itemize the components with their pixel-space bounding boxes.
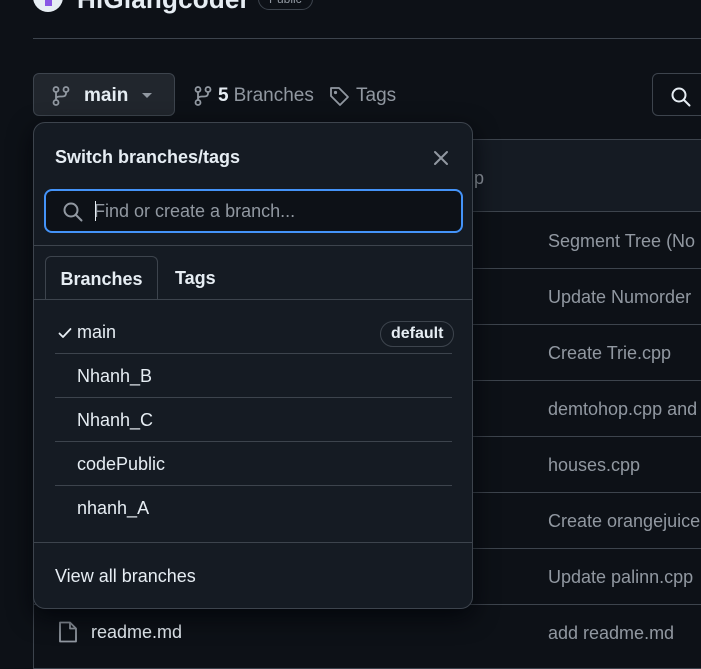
view-all-branches-link[interactable]: View all branches xyxy=(55,566,196,587)
search-icon xyxy=(63,202,83,222)
branch-filter-input[interactable] xyxy=(94,191,454,231)
file-icon xyxy=(59,621,77,643)
branch-name: nhanh_A xyxy=(77,498,150,518)
commit-message-link[interactable]: add readme.md xyxy=(548,623,674,644)
search-icon xyxy=(671,87,691,107)
branches-label: Branches xyxy=(233,85,314,106)
go-to-file-search-button[interactable] xyxy=(652,73,701,116)
branch-item-main[interactable]: main default xyxy=(55,312,455,356)
tabs-underline xyxy=(34,299,472,300)
file-link[interactable]: readme.md xyxy=(91,622,182,643)
visibility-badge: Public xyxy=(258,0,313,10)
commit-message-link[interactable]: Update palinn.cpp xyxy=(548,567,693,588)
section-divider xyxy=(34,245,472,246)
commit-message-link[interactable]: Update Numorder xyxy=(548,287,691,308)
branch-name: Nhanh_C xyxy=(77,410,154,430)
dropdown-title: Switch branches/tags xyxy=(55,147,241,167)
commit-message-link[interactable]: Create Trie.cpp xyxy=(548,343,671,364)
chevron-down-icon xyxy=(142,93,152,98)
default-badge: default xyxy=(380,321,455,347)
header-divider xyxy=(33,38,701,39)
branch-item[interactable]: nhanh_A xyxy=(55,488,452,532)
header-text-fragment: p xyxy=(474,168,485,188)
branches-link[interactable]: 5 Branches xyxy=(194,83,314,109)
text-cursor xyxy=(95,201,96,221)
owner-avatar[interactable] xyxy=(33,0,63,12)
repo-name[interactable]: HiGiangcoder xyxy=(77,0,250,15)
tags-label: Tags xyxy=(356,85,397,106)
commit-message-link[interactable]: houses.cpp xyxy=(548,455,640,476)
branch-count: 5 xyxy=(218,85,229,106)
branch-item[interactable]: Nhanh_C xyxy=(55,400,452,444)
commit-message-link[interactable]: Segment Tree (No xyxy=(548,231,695,252)
tab-tags[interactable]: Tags xyxy=(175,256,216,299)
current-branch-label: main xyxy=(84,85,129,106)
tags-link[interactable]: Tags xyxy=(329,83,396,109)
commit-message-link[interactable]: demtohop.cpp and xyxy=(548,399,697,420)
branch-name: codePublic xyxy=(77,454,166,474)
branch-switcher-dropdown: Switch branches/tags Branches Tags main … xyxy=(33,122,473,609)
item-divider xyxy=(55,485,452,486)
git-branch-icon xyxy=(52,86,70,106)
commit-message-link[interactable]: Create orangejuice xyxy=(548,511,700,532)
tag-icon xyxy=(330,86,349,106)
item-divider xyxy=(55,397,452,398)
tab-branches[interactable]: Branches xyxy=(45,256,158,300)
branch-name: main xyxy=(77,322,117,342)
item-divider xyxy=(55,353,452,354)
git-branch-icon xyxy=(194,86,212,106)
footer-divider xyxy=(34,542,472,543)
item-divider xyxy=(55,441,452,442)
branch-filter-field[interactable] xyxy=(44,189,463,233)
branch-item[interactable]: Nhanh_B xyxy=(55,356,452,400)
branch-name: Nhanh_B xyxy=(77,366,153,386)
close-icon[interactable] xyxy=(430,147,452,169)
check-icon xyxy=(58,328,72,338)
branch-selector-button[interactable]: main xyxy=(33,73,175,116)
branch-item[interactable]: codePublic xyxy=(55,444,452,488)
